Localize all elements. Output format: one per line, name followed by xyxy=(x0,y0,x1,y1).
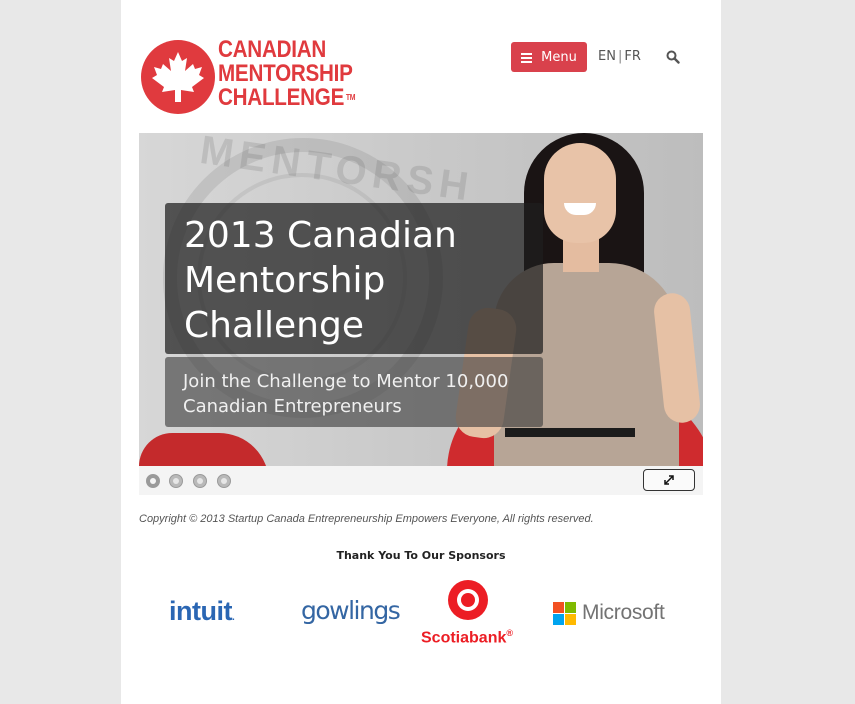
lang-en-link[interactable]: EN xyxy=(598,49,616,64)
woman-face xyxy=(544,143,616,243)
slide-dot-1[interactable] xyxy=(146,474,160,488)
sponsor-gowlings[interactable]: gowlings xyxy=(301,596,401,625)
hero-subtitle: Join the Challenge to Mentor 10,000 Cana… xyxy=(183,371,509,417)
trademark-mark: TM xyxy=(345,93,356,102)
woman-belt xyxy=(505,428,635,437)
sponsor-scotiabank[interactable]: Scotiabank® xyxy=(421,580,525,650)
lang-fr-link[interactable]: FR xyxy=(624,49,641,64)
microsoft-wordmark: Microsoft xyxy=(582,601,665,624)
hamburger-icon xyxy=(521,52,533,63)
slide-dot-2[interactable] xyxy=(169,474,183,488)
menu-button-label: Menu xyxy=(541,49,577,65)
language-switcher: EN | FR xyxy=(598,49,641,64)
slider-controls xyxy=(139,466,703,495)
slide-dot-4[interactable] xyxy=(217,474,231,488)
logo-line-2: MENTORSHIP xyxy=(218,60,353,87)
microsoft-windows-icon xyxy=(553,601,576,625)
hero-title: 2013 Canadian Mentorship Challenge xyxy=(184,215,457,346)
intuit-wordmark: intuit xyxy=(169,596,232,626)
logo-wordmark: CANADIAN MENTORSHIP CHALLENGE TM xyxy=(218,36,356,111)
site-logo[interactable]: CANADIAN MENTORSHIP CHALLENGE TM xyxy=(141,38,381,114)
menu-button[interactable]: Menu xyxy=(511,42,587,72)
lang-separator: | xyxy=(617,49,623,64)
page: CANADIAN MENTORSHIP CHALLENGE TM Menu EN |… xyxy=(121,0,721,704)
scotiabank-wordmark: Scotiabank® xyxy=(421,628,513,647)
copyright-text: Copyright © 2013 Startup Canada Entrepre… xyxy=(139,513,594,525)
slide-dot-3[interactable] xyxy=(193,474,207,488)
search-icon[interactable] xyxy=(666,50,680,64)
intuit-dot-mark: . xyxy=(231,612,235,623)
sponsors-heading: Thank You To Our Sponsors xyxy=(336,549,506,562)
logo-line-3: CHALLENGE TM xyxy=(218,84,356,111)
sponsor-intuit[interactable]: intuit. xyxy=(169,596,235,627)
scotiabank-globe-icon xyxy=(448,580,488,620)
maple-leaf-logo-icon xyxy=(141,40,215,114)
hero-slider[interactable]: MENTORSH 2013 Canadian Mentorship Challe… xyxy=(139,133,703,466)
sponsor-microsoft[interactable]: Microsoft xyxy=(553,600,665,626)
expand-icon xyxy=(664,475,674,485)
fullscreen-button[interactable] xyxy=(643,469,695,491)
logo-line-1: CANADIAN xyxy=(218,36,327,63)
